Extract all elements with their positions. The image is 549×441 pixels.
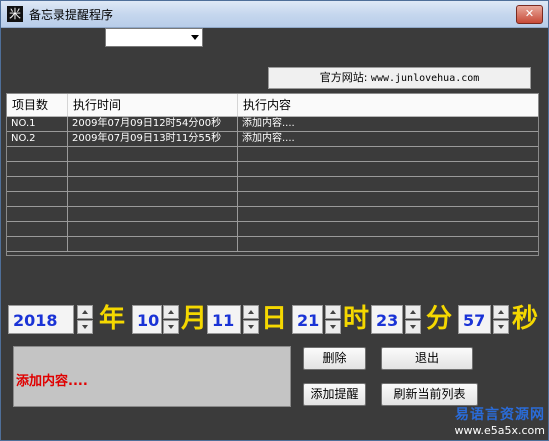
add-reminder-button[interactable]: 添加提醒 [303, 383, 366, 406]
cell-index [7, 192, 68, 207]
column-header-content[interactable]: 执行内容 [238, 94, 538, 116]
table-row[interactable]: NO.2 2009年07月09日13时11分55秒 添加内容.... [7, 132, 538, 147]
content-input[interactable]: 添加内容.... [13, 346, 291, 407]
minute-input[interactable]: 23 [371, 305, 403, 334]
reminder-list[interactable]: 项目数 执行时间 执行内容 NO.1 2009年07月09日12时54分00秒 添加… [6, 93, 539, 256]
minute-down-icon[interactable] [405, 320, 421, 334]
day-up-icon[interactable] [243, 305, 259, 319]
cell-time [68, 177, 238, 192]
category-dropdown[interactable] [105, 28, 203, 47]
cell-index [7, 222, 68, 237]
year-input[interactable]: 2018 [8, 305, 74, 334]
day-stepper[interactable] [243, 305, 259, 334]
chevron-down-icon[interactable] [191, 35, 199, 40]
year-unit: 年 [99, 304, 126, 334]
window-title: 备忘录提醒程序 [29, 8, 114, 22]
minute-up-icon[interactable] [405, 305, 421, 319]
year-stepper[interactable] [77, 305, 93, 334]
cell-time [68, 162, 238, 177]
day-unit: 日 [261, 304, 288, 334]
cell-time: 2009年07月09日13时11分55秒 [68, 132, 238, 147]
watermark: 易语言资源网 www.e5a5x.com [433, 404, 545, 437]
month-input[interactable]: 10 [132, 305, 162, 334]
month-value: 10 [137, 311, 160, 330]
cell-index [7, 177, 68, 192]
cell-content [238, 222, 538, 237]
month-stepper[interactable] [163, 305, 179, 334]
hour-down-icon[interactable] [325, 320, 341, 334]
cell-content [238, 192, 538, 207]
cell-index [7, 147, 68, 162]
website-label: 官方网站: www.junlovehua.com [268, 67, 531, 89]
year-up-icon[interactable] [77, 305, 93, 319]
minute-stepper[interactable] [405, 305, 421, 334]
delete-button[interactable]: 删除 [303, 347, 366, 370]
second-input[interactable]: 57 [458, 305, 491, 334]
month-unit: 月 [181, 304, 208, 334]
cell-index [7, 237, 68, 252]
website-url: www.junlovehua.com [370, 73, 480, 84]
month-up-icon[interactable] [163, 305, 179, 319]
cell-time: 2009年07月09日12时54分00秒 [68, 117, 238, 132]
cell-content [238, 162, 538, 177]
table-row[interactable] [7, 237, 538, 252]
watermark-title: 易语言资源网 [455, 407, 545, 423]
table-row[interactable] [7, 177, 538, 192]
hour-up-icon[interactable] [325, 305, 341, 319]
minute-unit: 分 [426, 304, 453, 334]
cell-time [68, 222, 238, 237]
cell-content [238, 207, 538, 222]
table-row[interactable] [7, 222, 538, 237]
cell-index: NO.1 [7, 117, 68, 132]
table-row[interactable] [7, 147, 538, 162]
hour-input[interactable]: 21 [292, 305, 323, 334]
table-row[interactable] [7, 207, 538, 222]
app-icon: 米 [7, 6, 23, 22]
hour-value: 21 [297, 311, 320, 330]
day-down-icon[interactable] [243, 320, 259, 334]
watermark-url: www.e5a5x.com [454, 424, 545, 437]
cell-time [68, 192, 238, 207]
cell-content [238, 147, 538, 162]
day-value: 11 [212, 311, 235, 330]
second-down-icon[interactable] [493, 320, 509, 334]
exit-button[interactable]: 退出 [381, 347, 473, 370]
minute-value: 23 [376, 311, 399, 330]
refresh-list-button[interactable]: 刷新当前列表 [381, 383, 478, 406]
column-header-time[interactable]: 执行时间 [68, 94, 238, 116]
app-window: 米 备忘录提醒程序 ✕ 官方网站: www.junlovehua.com 项目数… [0, 0, 549, 441]
cell-index [7, 162, 68, 177]
website-caption: 官方网站: [319, 71, 368, 84]
cell-time [68, 147, 238, 162]
month-down-icon[interactable] [163, 320, 179, 334]
hour-unit: 时 [343, 304, 370, 334]
second-unit: 秒 [512, 304, 539, 334]
cell-content [238, 177, 538, 192]
column-header-index[interactable]: 项目数 [7, 94, 68, 116]
content-text: 添加内容.... [16, 374, 88, 389]
cell-content: 添加内容.... [242, 118, 295, 129]
cell-time [68, 207, 238, 222]
table-row[interactable] [7, 162, 538, 177]
cell-index: NO.2 [7, 132, 68, 147]
cell-index [7, 207, 68, 222]
cell-time [68, 237, 238, 252]
hour-stepper[interactable] [325, 305, 341, 334]
cell-content [238, 237, 538, 252]
table-row[interactable]: NO.1 2009年07月09日12时54分00秒 添加内容.... [7, 117, 538, 132]
year-value: 2018 [13, 311, 58, 330]
second-value: 57 [463, 311, 486, 330]
table-header: 项目数 执行时间 执行内容 [7, 94, 538, 117]
close-button[interactable]: ✕ [516, 5, 543, 24]
table-row[interactable] [7, 192, 538, 207]
cell-content: 添加内容.... [242, 133, 295, 144]
title-bar[interactable]: 米 备忘录提醒程序 ✕ [1, 1, 548, 28]
year-down-icon[interactable] [77, 320, 93, 334]
second-up-icon[interactable] [493, 305, 509, 319]
day-input[interactable]: 11 [207, 305, 241, 334]
second-stepper[interactable] [493, 305, 509, 334]
